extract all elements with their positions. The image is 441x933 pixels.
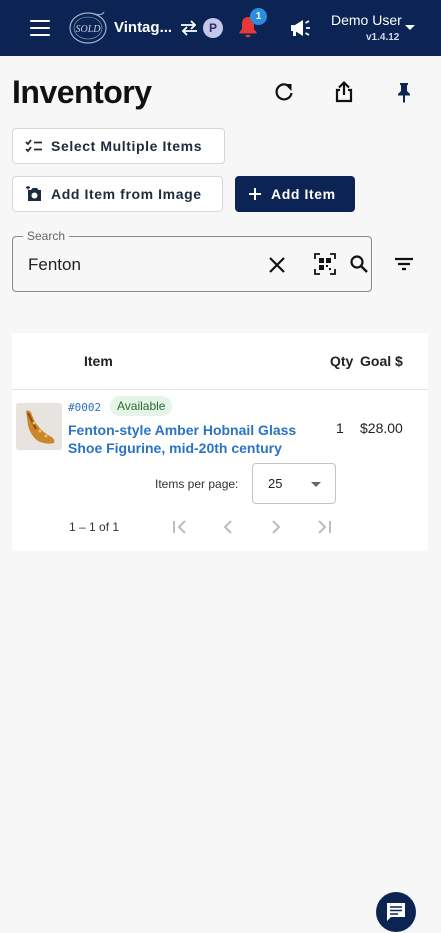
item-qty: 1 <box>336 420 344 436</box>
first-page-icon[interactable] <box>168 515 192 539</box>
search-label: Search <box>23 229 70 243</box>
last-page-icon[interactable] <box>312 515 336 539</box>
notification-count-badge: 1 <box>250 8 267 25</box>
chat-icon <box>387 903 405 921</box>
items-per-page-label: Items per page: <box>155 477 239 491</box>
chat-button[interactable] <box>376 892 416 932</box>
add-from-image-button[interactable]: Add Item from Image <box>12 176 223 212</box>
app-version: v1.4.12 <box>366 32 400 43</box>
shop-logo[interactable]: SOLD <box>68 10 108 46</box>
status-badge: Available <box>110 396 173 416</box>
refresh-icon[interactable] <box>272 80 296 104</box>
pin-icon[interactable] <box>392 80 416 104</box>
previous-page-icon[interactable] <box>216 515 240 539</box>
logo-text: SOLD <box>75 24 101 35</box>
item-id[interactable]: #0002 <box>68 401 101 414</box>
shop-name[interactable]: Vintag... <box>114 19 172 36</box>
menu-icon[interactable] <box>28 16 52 40</box>
next-page-icon[interactable] <box>264 515 288 539</box>
chevron-down-icon <box>311 482 321 487</box>
column-header-item[interactable]: Item <box>84 353 113 369</box>
item-goal-price: $28.00 <box>360 420 403 436</box>
inventory-table: Item Qty Goal $ #0002 Available Fenton-s… <box>12 333 428 551</box>
column-header-goal[interactable]: Goal $ <box>360 353 403 369</box>
page-title: Inventory <box>12 74 152 110</box>
user-name[interactable]: Demo User <box>331 12 402 28</box>
column-header-qty[interactable]: Qty <box>330 353 353 369</box>
search-input[interactable]: Fenton <box>28 255 81 275</box>
add-item-button[interactable]: Add Item <box>235 176 355 212</box>
pagination-range: 1 – 1 of 1 <box>69 520 120 534</box>
select-multiple-button[interactable]: Select Multiple Items <box>12 128 225 164</box>
items-per-page-value: 25 <box>268 476 283 491</box>
search-icon[interactable] <box>349 254 369 274</box>
add-item-label: Add Item <box>271 186 336 202</box>
clear-search-icon[interactable] <box>268 256 286 274</box>
profile-badge[interactable]: P <box>203 18 223 38</box>
share-icon[interactable] <box>332 80 356 104</box>
header-divider <box>12 389 428 390</box>
item-title-link[interactable]: Fenton-style Amber Hobnail Glass Shoe Fi… <box>68 421 308 457</box>
checklist-icon <box>25 139 42 153</box>
qr-scan-icon[interactable] <box>314 253 336 275</box>
add-from-image-label: Add Item from Image <box>51 186 202 202</box>
top-app-bar: SOLD Vintag... P 1 Demo User v1.4.12 <box>0 0 441 56</box>
megaphone-icon[interactable] <box>288 16 312 40</box>
user-menu-caret-icon[interactable] <box>405 25 415 30</box>
search-field[interactable]: Search Fenton <box>12 229 372 292</box>
swap-icon[interactable] <box>178 18 200 38</box>
select-multiple-label: Select Multiple Items <box>51 138 203 154</box>
notifications-button[interactable]: 1 <box>236 8 267 40</box>
camera-plus-icon <box>26 186 41 201</box>
item-thumbnail[interactable] <box>16 403 62 450</box>
items-per-page-select[interactable]: 25 <box>252 463 336 504</box>
plus-icon <box>249 188 261 200</box>
filter-icon[interactable] <box>392 252 416 276</box>
